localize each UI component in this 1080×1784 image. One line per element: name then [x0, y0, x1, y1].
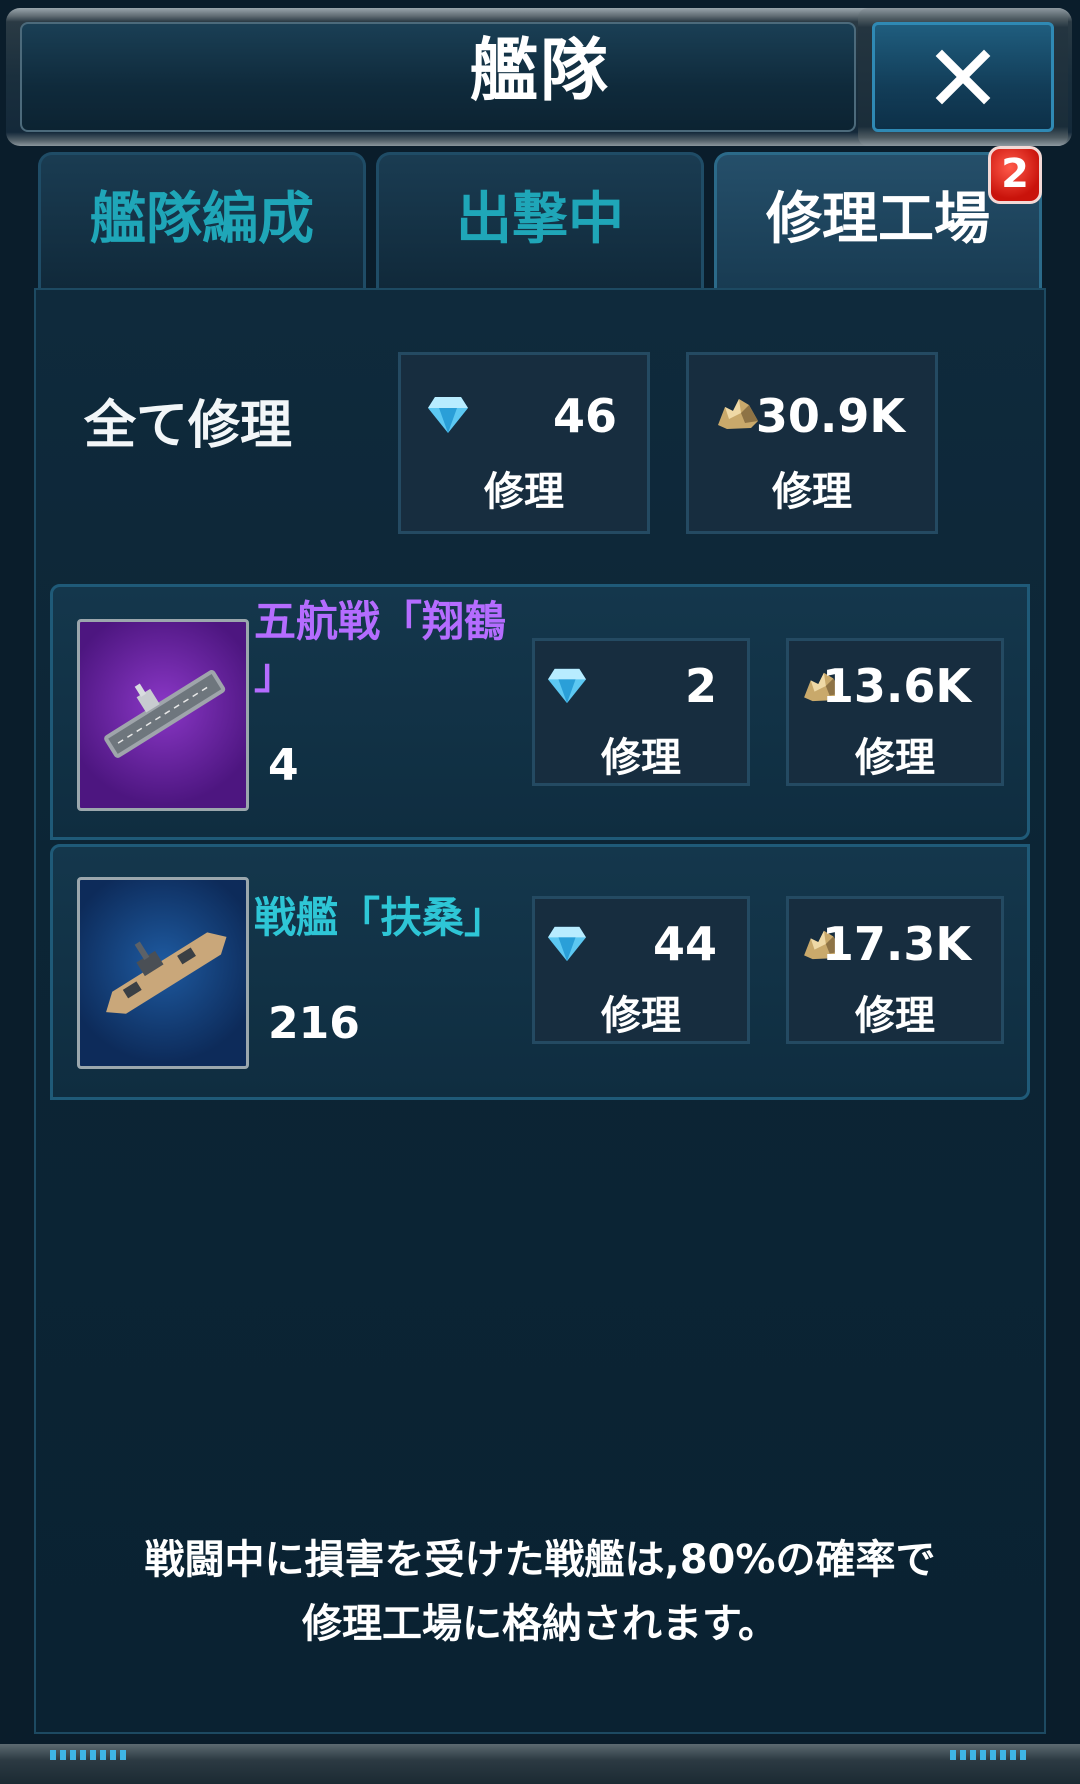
repair-all-gem-cost: 46: [552, 389, 617, 443]
repair-button-label: 修理: [601, 993, 681, 1039]
tab-sortie[interactable]: 出撃中: [376, 152, 704, 288]
ship-gem-cost: 44: [652, 917, 717, 971]
repair-button-label: 修理: [484, 469, 564, 515]
battleship-icon: [106, 932, 227, 1014]
diamond-icon: [548, 926, 586, 962]
diamond-icon: [428, 397, 468, 433]
repair-button-label: 修理: [601, 735, 681, 781]
ship-name-line: 戦艦「扶桑」: [254, 893, 507, 942]
ore-icon: [718, 399, 758, 429]
repair-button-label: 修理: [772, 469, 852, 515]
repair-all-ore-cost: 30.9K: [755, 389, 905, 443]
ship-name-line: 五航戦「翔鶴: [254, 597, 507, 646]
notification-badge: 2: [988, 146, 1042, 204]
tab-fleet-formation[interactable]: 艦隊編成: [38, 152, 366, 288]
ship-gem-cost: 2: [684, 659, 717, 713]
frame-light: [950, 1750, 1030, 1760]
close-icon: [935, 49, 991, 105]
repair-all-ore-button[interactable]: 30.9K 修理: [686, 352, 938, 534]
ship-name: 戦艦「扶桑」: [254, 892, 506, 944]
close-button-face[interactable]: [872, 22, 1054, 132]
ship-count: 216: [268, 998, 360, 1049]
ship-name: 五航戦「翔鶴 」: [254, 596, 506, 700]
repair-all-label: 全て修理: [84, 396, 293, 456]
bottom-frame: [0, 1744, 1080, 1784]
ship-thumbnail: [77, 619, 249, 811]
ship-ore-repair-button[interactable]: 13.6K 修理: [786, 638, 1004, 786]
repair-all-gem-button[interactable]: 46 修理: [398, 352, 650, 534]
carrier-icon: [104, 669, 226, 758]
close-button[interactable]: [858, 8, 1068, 146]
ship-ore-cost: 13.6K: [821, 659, 971, 713]
info-note: 戦闘中に損害を受けた戦艦は,80%の確率で 修理工場に格納されます。: [60, 1528, 1020, 1656]
info-note-line: 修理工場に格納されます。: [302, 1601, 778, 1647]
ship-thumbnail: [77, 877, 249, 1069]
ship-count: 4: [268, 740, 299, 791]
frame-light: [50, 1750, 130, 1760]
diamond-icon: [548, 668, 586, 704]
repair-button-label: 修理: [855, 993, 935, 1039]
ship-gem-repair-button[interactable]: 44 修理: [532, 896, 750, 1044]
ship-gem-repair-button[interactable]: 2 修理: [532, 638, 750, 786]
info-note-line: 戦闘中に損害を受けた戦艦は,80%の確率で: [144, 1537, 936, 1583]
ship-name-line: 」: [254, 649, 297, 698]
repair-button-label: 修理: [855, 735, 935, 781]
ship-ore-cost: 17.3K: [821, 917, 971, 971]
ship-ore-repair-button[interactable]: 17.3K 修理: [786, 896, 1004, 1044]
